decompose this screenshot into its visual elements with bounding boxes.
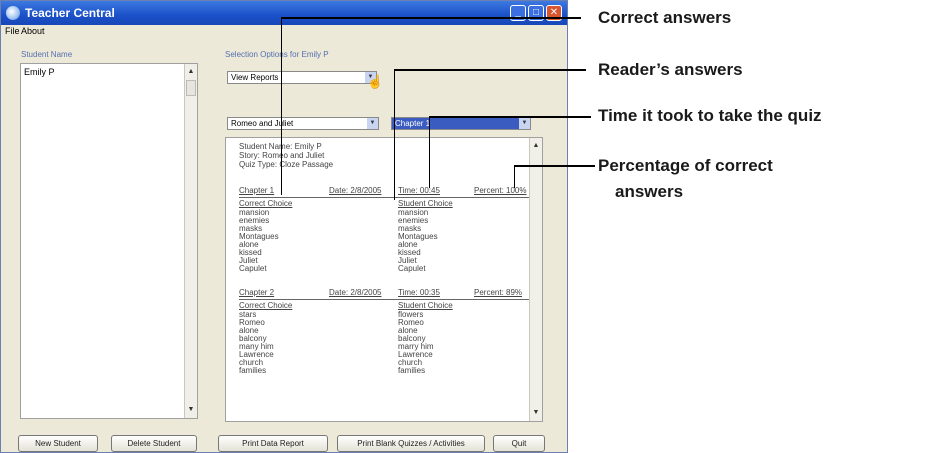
teacher-central-window: Teacher Central _ □ ✕ File About Student… [0, 0, 568, 453]
student-choice-header: Student Choice [398, 301, 453, 310]
callout-line-percent-vertical [514, 165, 515, 188]
student-list[interactable]: Emily P ▲ ▼ [20, 63, 198, 419]
callout-line-correct [281, 17, 581, 19]
window-title: Teacher Central [25, 6, 115, 20]
chevron-down-icon[interactable]: ▼ [519, 118, 530, 129]
scroll-thumb[interactable] [186, 80, 196, 96]
callout-percentage: Percentage of correct [598, 156, 773, 175]
scroll-down-arrow-icon[interactable]: ▼ [531, 407, 541, 419]
menu-bar: File About [1, 25, 567, 38]
section-time: Time: 00:35 [398, 288, 440, 297]
section-divider [239, 299, 530, 300]
section-date: Date: 2/8/2005 [329, 186, 382, 195]
story-value: Romeo and Juliet [231, 119, 294, 128]
callout-line-time-vertical [429, 116, 430, 188]
section-divider [239, 197, 530, 198]
correct-answer: Capulet [239, 264, 267, 273]
student-choice-header: Student Choice [398, 199, 453, 208]
student-list-item[interactable]: Emily P [24, 67, 55, 77]
chevron-down-icon[interactable]: ▼ [367, 118, 378, 129]
scroll-up-arrow-icon[interactable]: ▲ [186, 66, 196, 78]
print-data-report-button[interactable]: Print Data Report [218, 435, 328, 452]
print-blank-quizzes-button[interactable]: Print Blank Quizzes / Activities [337, 435, 485, 452]
callout-time: Time it took to take the quiz [598, 106, 822, 125]
callout-line-correct-vertical [281, 17, 282, 195]
story-select[interactable]: Romeo and Juliet ▼ [227, 117, 379, 130]
menu-file[interactable]: File [5, 26, 20, 36]
quiz-value: Chapter 1 [395, 119, 431, 128]
student-name-label: Student Name [21, 50, 73, 59]
cursor-icon: ☝ [367, 74, 384, 89]
section-chapter: Chapter 2 [239, 288, 275, 297]
callout-correct-answers: Correct answers [598, 8, 732, 27]
scroll-down-arrow-icon[interactable]: ▼ [186, 404, 196, 416]
callout-line-reader [394, 69, 586, 71]
callout-percentage-answers: answers [615, 182, 684, 201]
section-chapter: Chapter 1 [239, 186, 275, 195]
section-percent: Percent: 89% [474, 288, 523, 297]
callout-line-reader-vertical [394, 69, 395, 200]
title-bar[interactable]: Teacher Central _ □ ✕ [1, 1, 567, 25]
callout-readers-answers: Reader’s answers [598, 60, 743, 79]
callout-line-time [429, 116, 591, 118]
section-time: Time: 00:45 [398, 186, 440, 195]
quiz-select[interactable]: Chapter 1 ▼ [391, 117, 531, 130]
section-percent: Percent: 100% [474, 186, 527, 195]
section-date: Date: 2/8/2005 [329, 288, 382, 297]
report-quiz-type: Quiz Type: Cloze Passage [239, 160, 334, 169]
selection-options-label: Selection Options for Emily P [225, 50, 329, 59]
new-student-button[interactable]: New Student [18, 435, 98, 452]
correct-answer: families [239, 366, 267, 375]
callout-line-percent [514, 165, 595, 167]
report-type-value: View Reports [231, 73, 279, 82]
report-type-select[interactable]: View Reports ▼ [227, 71, 377, 84]
correct-choice-header: Correct Choice [239, 199, 293, 208]
correct-choice-header: Correct Choice [239, 301, 293, 310]
menu-about[interactable]: About [21, 26, 45, 36]
student-answer: families [398, 366, 426, 375]
student-answer: Capulet [398, 264, 426, 273]
report-panel: Student Name: Emily P Story: Romeo and J… [225, 137, 543, 422]
quit-button[interactable]: Quit [493, 435, 545, 452]
delete-student-button[interactable]: Delete Student [111, 435, 197, 452]
report-scrollbar[interactable]: ▲ ▼ [529, 138, 542, 421]
app-icon [6, 6, 20, 20]
student-list-scrollbar[interactable]: ▲ ▼ [184, 64, 197, 418]
scroll-up-arrow-icon[interactable]: ▲ [531, 140, 541, 152]
